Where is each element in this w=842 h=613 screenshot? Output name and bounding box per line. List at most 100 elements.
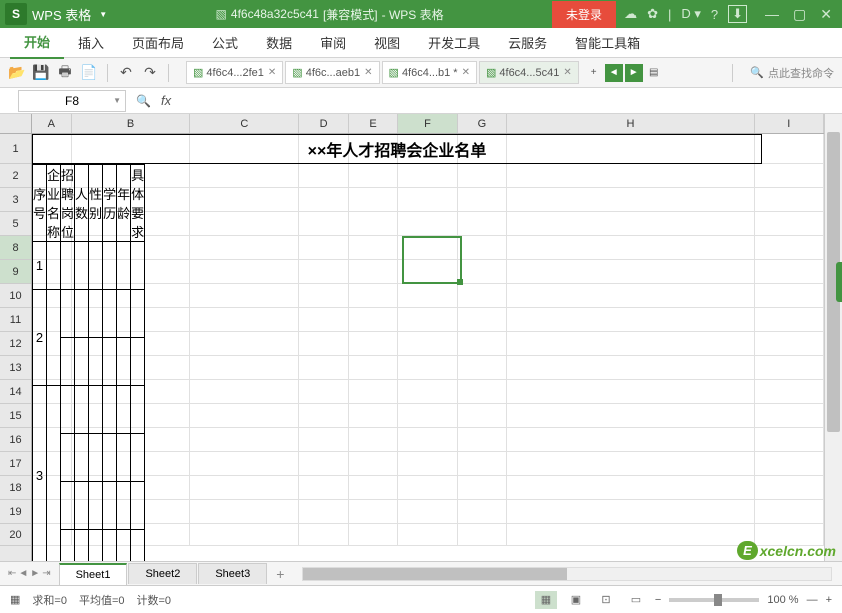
row-header[interactable]: 2 — [0, 164, 31, 188]
select-all-corner[interactable] — [0, 114, 31, 134]
sheet-first-icon[interactable]: ⇤ — [8, 568, 16, 579]
close-icon[interactable]: ✕ — [563, 67, 571, 78]
zoom-slider[interactable] — [669, 598, 759, 602]
close-icon[interactable]: ✕ — [364, 67, 372, 78]
chevron-down-icon[interactable]: ▼ — [113, 96, 121, 105]
th-req[interactable]: 具体要求 — [131, 165, 145, 242]
horizontal-scrollbar[interactable] — [302, 567, 832, 581]
sheet-prev-icon[interactable]: ◄ — [18, 568, 28, 579]
row-header-selected[interactable]: 8 — [0, 236, 31, 260]
menu-dev-tools[interactable]: 开发工具 — [414, 27, 494, 58]
zoom-out-button[interactable]: − — [655, 594, 661, 606]
menu-formula[interactable]: 公式 — [198, 27, 252, 58]
menu-cloud[interactable]: 云服务 — [494, 27, 561, 58]
tab-next-button[interactable]: ► — [625, 64, 643, 82]
seq-cell[interactable]: 3 — [33, 386, 47, 562]
row-header[interactable]: 20 — [0, 524, 31, 546]
col-header[interactable]: A — [32, 114, 72, 133]
sheet-last-icon[interactable]: ⇥ — [42, 568, 50, 579]
menu-start[interactable]: 开始 — [10, 26, 64, 59]
table-cell[interactable] — [47, 242, 61, 290]
new-tab-button[interactable]: + — [585, 64, 603, 82]
tab-prev-button[interactable]: ◄ — [605, 64, 623, 82]
save-icon[interactable]: 💾 — [32, 64, 50, 82]
doc-tab[interactable]: ▧4f6c...aeb1✕ — [285, 61, 379, 84]
undo-icon[interactable]: ↶ — [117, 64, 135, 82]
download-icon[interactable]: ⬇ — [728, 5, 747, 23]
app-menu-caret[interactable]: ▼ — [99, 10, 107, 19]
seq-cell[interactable]: 2 — [33, 290, 47, 386]
add-sheet-button[interactable]: + — [268, 562, 292, 586]
row-header[interactable]: 5 — [0, 212, 31, 236]
close-icon[interactable]: ✕ — [268, 67, 276, 78]
menu-smart-tools[interactable]: 智能工具箱 — [561, 27, 654, 58]
col-header[interactable]: D — [299, 114, 349, 133]
fx-label[interactable]: fx — [161, 93, 171, 108]
col-header-selected[interactable]: F — [398, 114, 457, 133]
view-page-icon[interactable]: ▣ — [565, 591, 587, 609]
menu-data[interactable]: 数据 — [252, 27, 306, 58]
close-button[interactable]: ✕ — [820, 6, 832, 23]
sheet-tab[interactable]: Sheet2 — [128, 563, 197, 584]
zoom-thumb[interactable] — [714, 594, 722, 606]
grid[interactable]: A B C D E F G H I — [32, 114, 824, 561]
login-button[interactable]: 未登录 — [552, 1, 616, 28]
name-box[interactable]: F8 ▼ — [18, 90, 126, 112]
th-edu[interactable]: 学历 — [103, 165, 117, 242]
th-gender[interactable]: 性别 — [89, 165, 103, 242]
preview-icon[interactable]: 📄 — [80, 64, 98, 82]
gear-icon[interactable]: ✿ — [647, 6, 658, 22]
maximize-button[interactable]: ▢ — [793, 6, 806, 23]
fx-search-icon[interactable]: 🔍 — [136, 94, 151, 108]
row-header[interactable]: 14 — [0, 380, 31, 404]
doc-tab[interactable]: ▧4f6c4...2fe1✕ — [186, 61, 283, 84]
sheet-tab[interactable]: Sheet3 — [198, 563, 267, 584]
cloud-icon[interactable]: ☁ — [624, 6, 637, 22]
col-header[interactable]: C — [190, 114, 299, 133]
row-header[interactable]: 1 — [0, 134, 31, 164]
layout-icon[interactable]: ▦ — [10, 593, 20, 606]
col-header[interactable]: H — [507, 114, 754, 133]
table-cell[interactable] — [47, 386, 61, 562]
tab-list-button[interactable]: ▤ — [645, 64, 663, 82]
command-search[interactable]: 🔍 点此查找命令 — [750, 65, 834, 81]
doc-tab[interactable]: ▧4f6c4...b1 *✕ — [382, 61, 477, 84]
zoom-in-button[interactable]: + — [826, 594, 832, 606]
row-header[interactable]: 19 — [0, 500, 31, 524]
view-full-icon[interactable]: ⊡ — [595, 591, 617, 609]
th-count[interactable]: 人数 — [75, 165, 89, 242]
col-header[interactable]: G — [458, 114, 508, 133]
menu-page-layout[interactable]: 页面布局 — [118, 27, 198, 58]
vertical-scrollbar[interactable] — [824, 114, 842, 561]
row-header[interactable]: 3 — [0, 188, 31, 212]
th-position[interactable]: 招聘岗位 — [61, 165, 75, 242]
redo-icon[interactable]: ↷ — [141, 64, 159, 82]
table-cell[interactable] — [47, 290, 61, 386]
sheet-next-icon[interactable]: ► — [30, 568, 40, 579]
doc-tab-active[interactable]: ▧4f6c4...5c41✕ — [479, 61, 579, 84]
row-header[interactable]: 18 — [0, 476, 31, 500]
row-header[interactable]: 16 — [0, 428, 31, 452]
row-header[interactable]: 13 — [0, 356, 31, 380]
th-company[interactable]: 企业名称 — [47, 165, 61, 242]
print-icon[interactable]: 🖶 — [56, 64, 74, 82]
menu-insert[interactable]: 插入 — [64, 27, 118, 58]
th-age[interactable]: 年龄 — [117, 165, 131, 242]
col-header[interactable]: B — [72, 114, 191, 133]
col-header[interactable]: E — [349, 114, 399, 133]
row-header[interactable]: 17 — [0, 452, 31, 476]
row-header-selected[interactable]: 9 — [0, 260, 31, 284]
question-icon[interactable]: ? — [711, 7, 718, 22]
grid-body[interactable]: ××年人才招聘会企业名单 序号 企业名称 招聘岗位 人数 性别 学历 年龄 具体… — [32, 134, 824, 546]
minimize-button[interactable]: — — [765, 6, 779, 23]
view-read-icon[interactable]: ▭ — [625, 591, 647, 609]
side-panel-handle[interactable] — [836, 262, 842, 302]
open-icon[interactable]: 📂 — [8, 64, 26, 82]
help-menu[interactable]: D ▾ — [681, 6, 701, 22]
col-header[interactable]: I — [755, 114, 824, 133]
menu-view[interactable]: 视图 — [360, 27, 414, 58]
seq-cell[interactable]: 1 — [33, 242, 47, 290]
row-header[interactable]: 15 — [0, 404, 31, 428]
row-header[interactable]: 10 — [0, 284, 31, 308]
scrollbar-thumb[interactable] — [303, 568, 567, 580]
